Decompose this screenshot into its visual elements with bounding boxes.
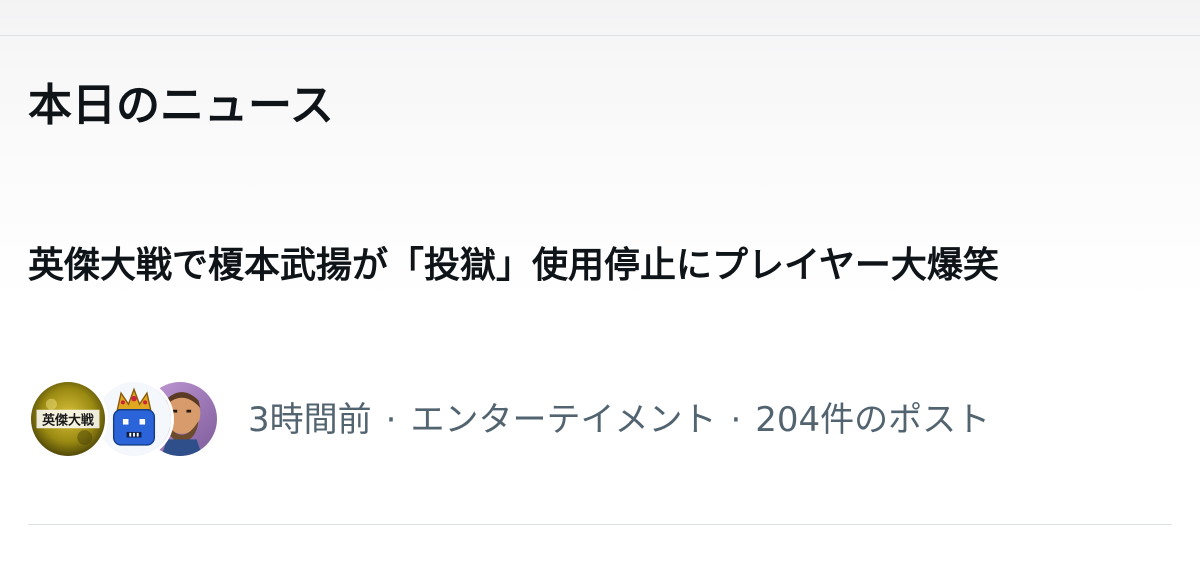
news-time: 3時間前 xyxy=(248,400,372,440)
news-meta-row: 英傑大戦 3時間前 · エンターテイメント · 204件のポスト xyxy=(28,377,990,463)
section-title: 本日のニュース xyxy=(28,80,334,131)
avatar-logo-text: 英傑大戦 xyxy=(41,413,94,429)
avatar: 英傑大戦 xyxy=(28,379,108,459)
news-category[interactable]: エンターテイメント xyxy=(410,400,716,440)
news-headline[interactable]: 英傑大戦で榎本武揚が「投獄」使用停止にプレイヤー大爆笑 xyxy=(28,241,1148,291)
news-meta-text: 3時間前 · エンターテイメント · 204件のポスト xyxy=(248,398,990,442)
eiketsu-logo-image: 英傑大戦 xyxy=(31,382,105,456)
crowned-character-image xyxy=(97,382,171,456)
avatar-stack: 英傑大戦 xyxy=(28,377,220,463)
top-divider xyxy=(0,35,1200,36)
meta-separator: · xyxy=(730,400,742,440)
news-item[interactable]: 英傑大戦で榎本武揚が「投獄」使用停止にプレイヤー大爆笑 英傑大戦 3時間前 · … xyxy=(0,225,1200,475)
news-post-count: 204件のポスト xyxy=(755,400,991,440)
bottom-divider xyxy=(28,524,1172,525)
meta-separator: · xyxy=(385,400,397,440)
